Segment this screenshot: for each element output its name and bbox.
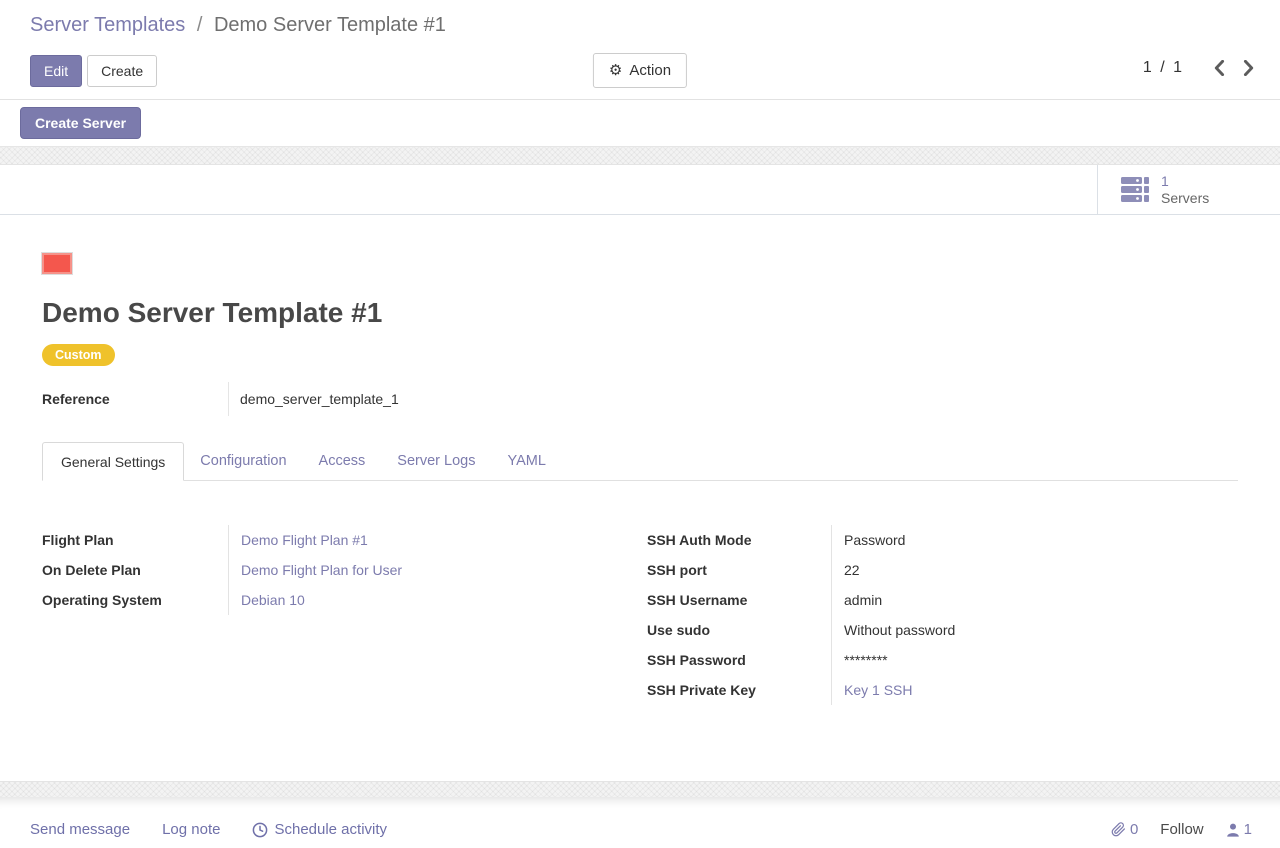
- ssh-group-values: Password 22 admin Without password *****…: [831, 525, 1238, 705]
- servers-stat-text: 1 Servers: [1161, 173, 1209, 207]
- server-icon: [1120, 176, 1150, 203]
- pager-counter: 1 / 1: [1143, 59, 1184, 77]
- pager-previous-button[interactable]: [1212, 58, 1227, 78]
- ssh-password-value: ********: [844, 645, 1238, 675]
- content-area: 1 Servers Demo Server Template #1 Custom…: [0, 146, 1280, 797]
- ssh-port-value: 22: [844, 555, 1238, 585]
- schedule-activity-label: Schedule activity: [274, 821, 387, 838]
- chatter-meta: 0 Follow 1: [1111, 821, 1252, 838]
- chatter-actions: Send message Log note Schedule activity: [30, 821, 387, 838]
- pager-next-button[interactable]: [1241, 58, 1256, 78]
- form-sheet: 1 Servers Demo Server Template #1 Custom…: [0, 164, 1280, 782]
- servers-count: 1: [1161, 173, 1209, 190]
- breadcrumb-parent-link[interactable]: Server Templates: [30, 14, 185, 36]
- ssh-private-key-label: SSH Private Key: [647, 675, 831, 705]
- send-message-button[interactable]: Send message: [30, 821, 130, 838]
- ssh-port-label: SSH port: [647, 555, 831, 585]
- tab-general-settings[interactable]: General Settings: [42, 442, 184, 481]
- clock-icon: [252, 822, 268, 838]
- action-button-label: Action: [629, 62, 671, 79]
- person-icon: [1226, 823, 1240, 837]
- plans-group: Flight Plan On Delete Plan Operating Sys…: [42, 525, 633, 705]
- breadcrumb-separator: /: [197, 14, 203, 36]
- create-server-button[interactable]: Create Server: [20, 107, 141, 139]
- chevron-right-icon: [1243, 60, 1254, 76]
- plans-group-labels: Flight Plan On Delete Plan Operating Sys…: [42, 525, 228, 615]
- breadcrumb-current: Demo Server Template #1: [214, 14, 446, 36]
- button-box: 1 Servers: [0, 165, 1280, 215]
- attachments-count: 0: [1130, 821, 1138, 838]
- ssh-private-key-value-link[interactable]: Key 1 SSH: [844, 675, 1238, 705]
- ssh-group-labels: SSH Auth Mode SSH port SSH Username Use …: [647, 525, 831, 705]
- use-sudo-value: Without password: [844, 615, 1238, 645]
- plans-group-values: Demo Flight Plan #1 Demo Flight Plan for…: [228, 525, 633, 615]
- flight-plan-label: Flight Plan: [42, 525, 228, 555]
- header-button-bar: Create Server: [0, 100, 1280, 146]
- edit-button[interactable]: Edit: [30, 55, 82, 87]
- notebook-tabs: General Settings Configuration Access Se…: [42, 442, 1238, 481]
- operating-system-label: Operating System: [42, 585, 228, 615]
- ssh-password-label: SSH Password: [647, 645, 831, 675]
- custom-badge: Custom: [42, 344, 115, 366]
- ssh-auth-mode-value: Password: [844, 525, 1238, 555]
- log-note-button[interactable]: Log note: [162, 821, 220, 838]
- breadcrumb: Server Templates / Demo Server Template …: [0, 0, 1280, 37]
- operating-system-value-link[interactable]: Debian 10: [241, 585, 633, 615]
- field-groups: Flight Plan On Delete Plan Operating Sys…: [42, 525, 1238, 705]
- sheet-body: Demo Server Template #1 Custom Reference…: [0, 253, 1280, 705]
- action-button[interactable]: ⚙ Action: [593, 53, 687, 88]
- followers-button[interactable]: 1: [1226, 821, 1252, 838]
- on-delete-plan-value-link[interactable]: Demo Flight Plan for User: [241, 555, 633, 585]
- followers-count: 1: [1244, 821, 1252, 838]
- ssh-auth-mode-label: SSH Auth Mode: [647, 525, 831, 555]
- ssh-username-value: admin: [844, 585, 1238, 615]
- record-title: Demo Server Template #1: [42, 295, 1238, 331]
- tab-server-logs[interactable]: Server Logs: [381, 442, 491, 481]
- gear-icon: ⚙: [609, 63, 622, 78]
- pager: 1 / 1: [1143, 58, 1256, 78]
- control-panel: Server Templates / Demo Server Template …: [0, 0, 1280, 100]
- tab-configuration[interactable]: Configuration: [184, 442, 302, 481]
- control-panel-buttons: Edit Create: [30, 55, 157, 87]
- tab-access[interactable]: Access: [303, 442, 382, 481]
- flight-plan-value-link[interactable]: Demo Flight Plan #1: [241, 525, 633, 555]
- attachments-button[interactable]: 0: [1111, 821, 1138, 838]
- template-color-thumbnail[interactable]: [42, 253, 72, 274]
- ssh-group: SSH Auth Mode SSH port SSH Username Use …: [647, 525, 1238, 705]
- use-sudo-label: Use sudo: [647, 615, 831, 645]
- create-button[interactable]: Create: [87, 55, 157, 87]
- reference-field-row: Reference demo_server_template_1: [42, 382, 1238, 416]
- schedule-activity-button[interactable]: Schedule activity: [252, 821, 387, 838]
- paperclip-icon: [1111, 822, 1126, 837]
- reference-value: demo_server_template_1: [228, 382, 399, 416]
- chevron-left-icon: [1214, 60, 1225, 76]
- servers-label: Servers: [1161, 190, 1209, 207]
- chatter-bar: Send message Log note Schedule activity …: [0, 797, 1280, 848]
- ssh-username-label: SSH Username: [647, 585, 831, 615]
- servers-stat-button[interactable]: 1 Servers: [1097, 165, 1280, 214]
- reference-label: Reference: [42, 382, 228, 416]
- follow-button[interactable]: Follow: [1160, 821, 1203, 838]
- on-delete-plan-label: On Delete Plan: [42, 555, 228, 585]
- tab-yaml[interactable]: YAML: [491, 442, 561, 481]
